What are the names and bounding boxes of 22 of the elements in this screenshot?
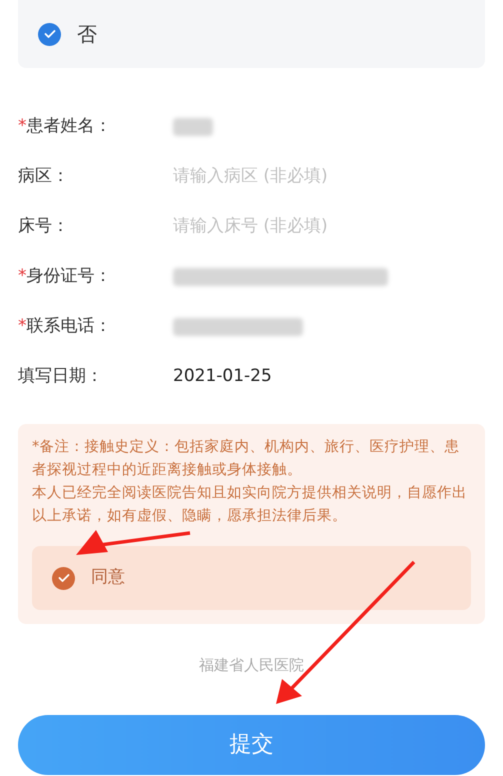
required-mark: *	[18, 116, 26, 136]
agree-label: 同意	[91, 566, 125, 590]
field-label-text: 填写日期：	[18, 366, 103, 386]
field-label-text: 病区：	[18, 166, 69, 186]
date-value: 2021-01-25	[173, 365, 272, 388]
checked-icon[interactable]	[52, 566, 75, 590]
notice-text: *备注：接触史定义：包括家庭内、机构内、旅行、医疗护理、患者探视过程中的近距离接触或身体接触。	[32, 438, 460, 480]
required-mark: *	[18, 316, 26, 336]
agree-option[interactable]: 同意	[32, 546, 471, 610]
checked-icon[interactable]	[38, 22, 61, 46]
input-field[interactable]: 请输入床号 (非必填)	[173, 214, 423, 240]
required-mark: *	[18, 266, 26, 286]
submit-button[interactable]: 提交	[18, 714, 485, 774]
input-field[interactable]: 请输入病区 (非必填)	[173, 164, 423, 190]
hospital-name: 福建省人民医院	[199, 655, 304, 676]
field-label-text: 床号：	[18, 216, 69, 236]
blurred-value	[173, 118, 213, 136]
field-label-text: 联系电话：	[26, 316, 112, 336]
option-label[interactable]: 否	[77, 19, 97, 49]
field-label-text: 患者姓名：	[26, 116, 112, 136]
notice-text: 本人已经完全阅读医院告知且如实向院方提供相关说明，自愿作出以上承诺，如有虚假、隐瞒，愿承担法律后果。	[32, 484, 468, 526]
field-label-text: 身份证号：	[26, 266, 112, 286]
